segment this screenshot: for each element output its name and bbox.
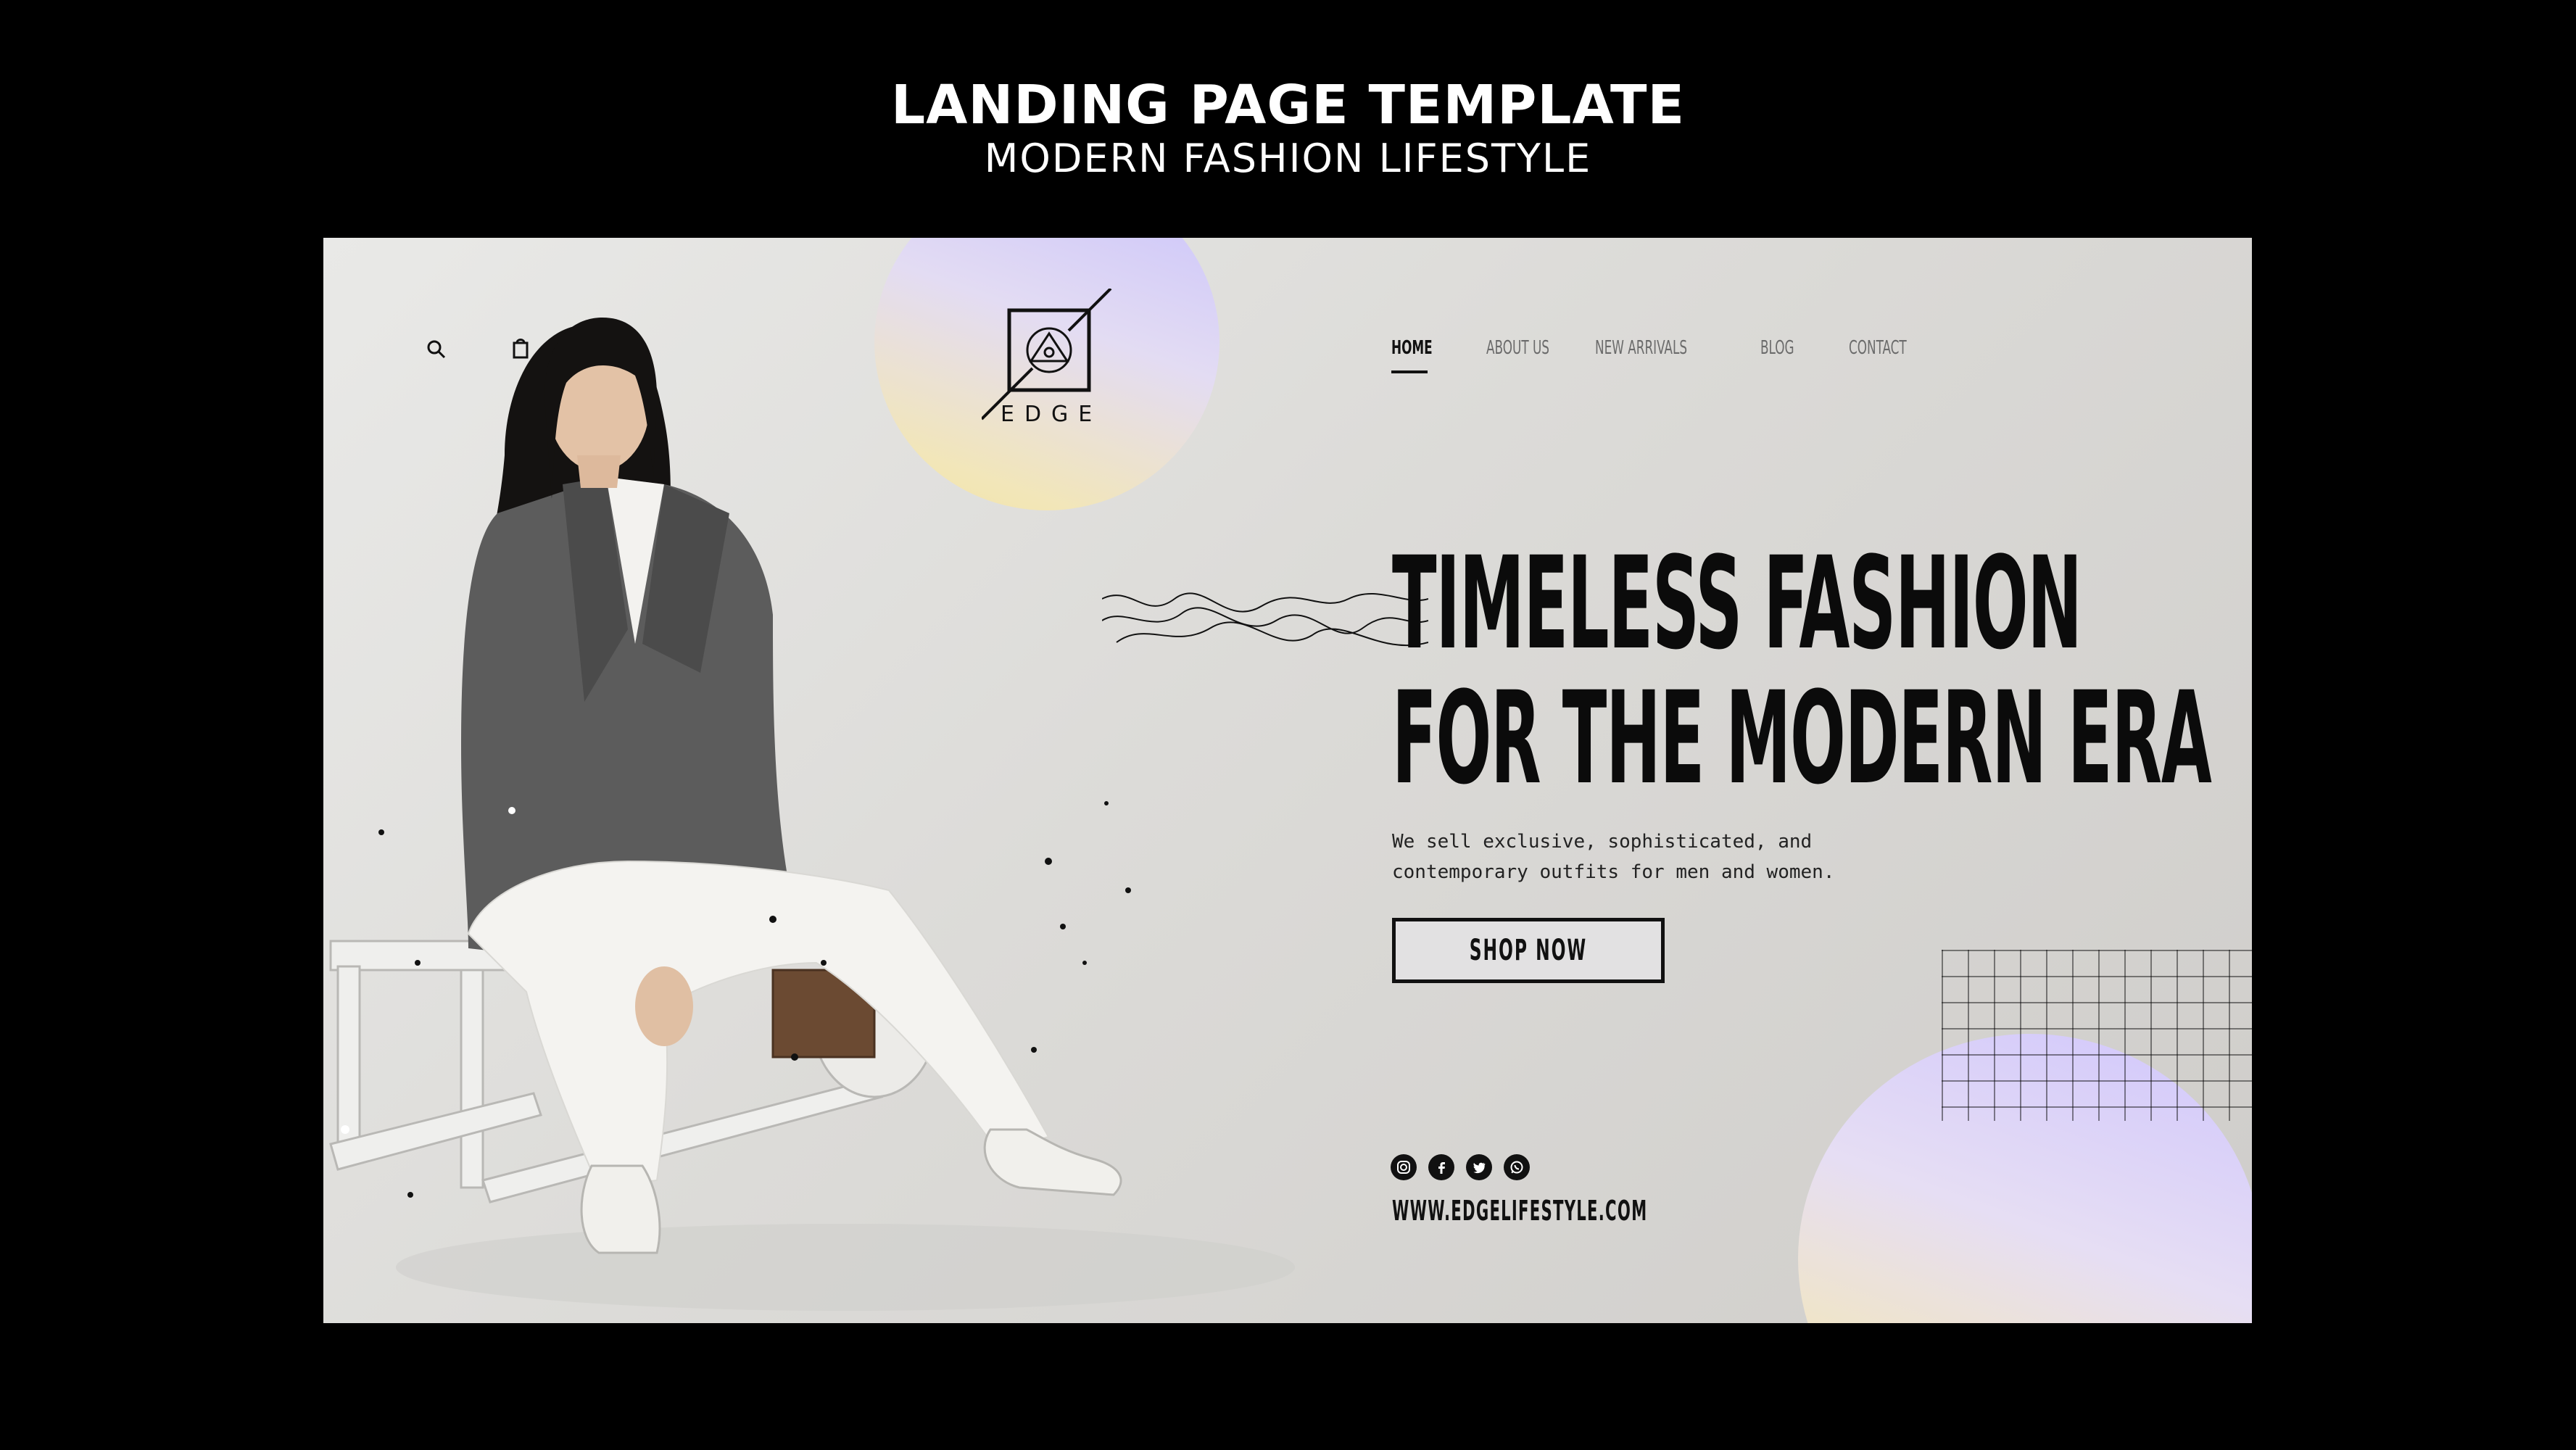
whatsapp-icon[interactable] xyxy=(1504,1154,1530,1180)
hero-headline-line1: TIMELESS FASHION xyxy=(1392,529,2082,678)
grid-pattern xyxy=(1942,950,2252,1121)
hero-description-line1: We sell exclusive, sophisticated, and xyxy=(1392,831,1813,853)
squiggle-decoration xyxy=(1102,592,1428,647)
twitter-icon[interactable] xyxy=(1466,1154,1492,1180)
website-link[interactable]: WWW.EDGELIFESTYLE.COM xyxy=(1392,1195,1647,1227)
nav-item-home[interactable]: HOME xyxy=(1391,337,1433,359)
search-icon[interactable] xyxy=(421,334,452,365)
brand-name: EDGE xyxy=(1001,402,1103,427)
hero-description-line2: contemporary outfits for men and women. xyxy=(1392,861,1835,883)
hero-headline: TIMELESS FASHION FOR THE MODERN ERA xyxy=(1392,529,2212,813)
nav-item-new-arrivals[interactable]: NEW ARRIVALS xyxy=(1595,337,1687,359)
facebook-icon[interactable] xyxy=(1428,1154,1454,1180)
nav-item-contact[interactable]: CONTACT xyxy=(1849,337,1907,359)
instagram-icon[interactable] xyxy=(1391,1154,1417,1180)
nav-item-blog[interactable]: BLOG xyxy=(1760,337,1794,359)
hero-description: We sell exclusive, sophisticated, and co… xyxy=(1392,826,1900,887)
landing-page-mockup: EDGE HOME ABOUT US NEW ARRIVALS BLOG CON… xyxy=(323,238,2252,1323)
model-photo xyxy=(323,238,1367,1323)
shop-now-label: SHOP NOW xyxy=(1469,934,1588,967)
social-links xyxy=(1391,1154,1530,1183)
page-subtitle: MODERN FASHION LIFESTYLE xyxy=(984,136,1592,181)
page-title: LANDING PAGE TEMPLATE xyxy=(890,74,1686,136)
shop-now-button[interactable]: SHOP NOW xyxy=(1392,918,1665,983)
shopping-bag-icon[interactable] xyxy=(505,332,537,364)
nav-item-about-us[interactable]: ABOUT US xyxy=(1486,337,1549,359)
nav-active-underline xyxy=(1391,370,1428,373)
hero-headline-line2: FOR THE MODERN ERA xyxy=(1392,664,2212,813)
